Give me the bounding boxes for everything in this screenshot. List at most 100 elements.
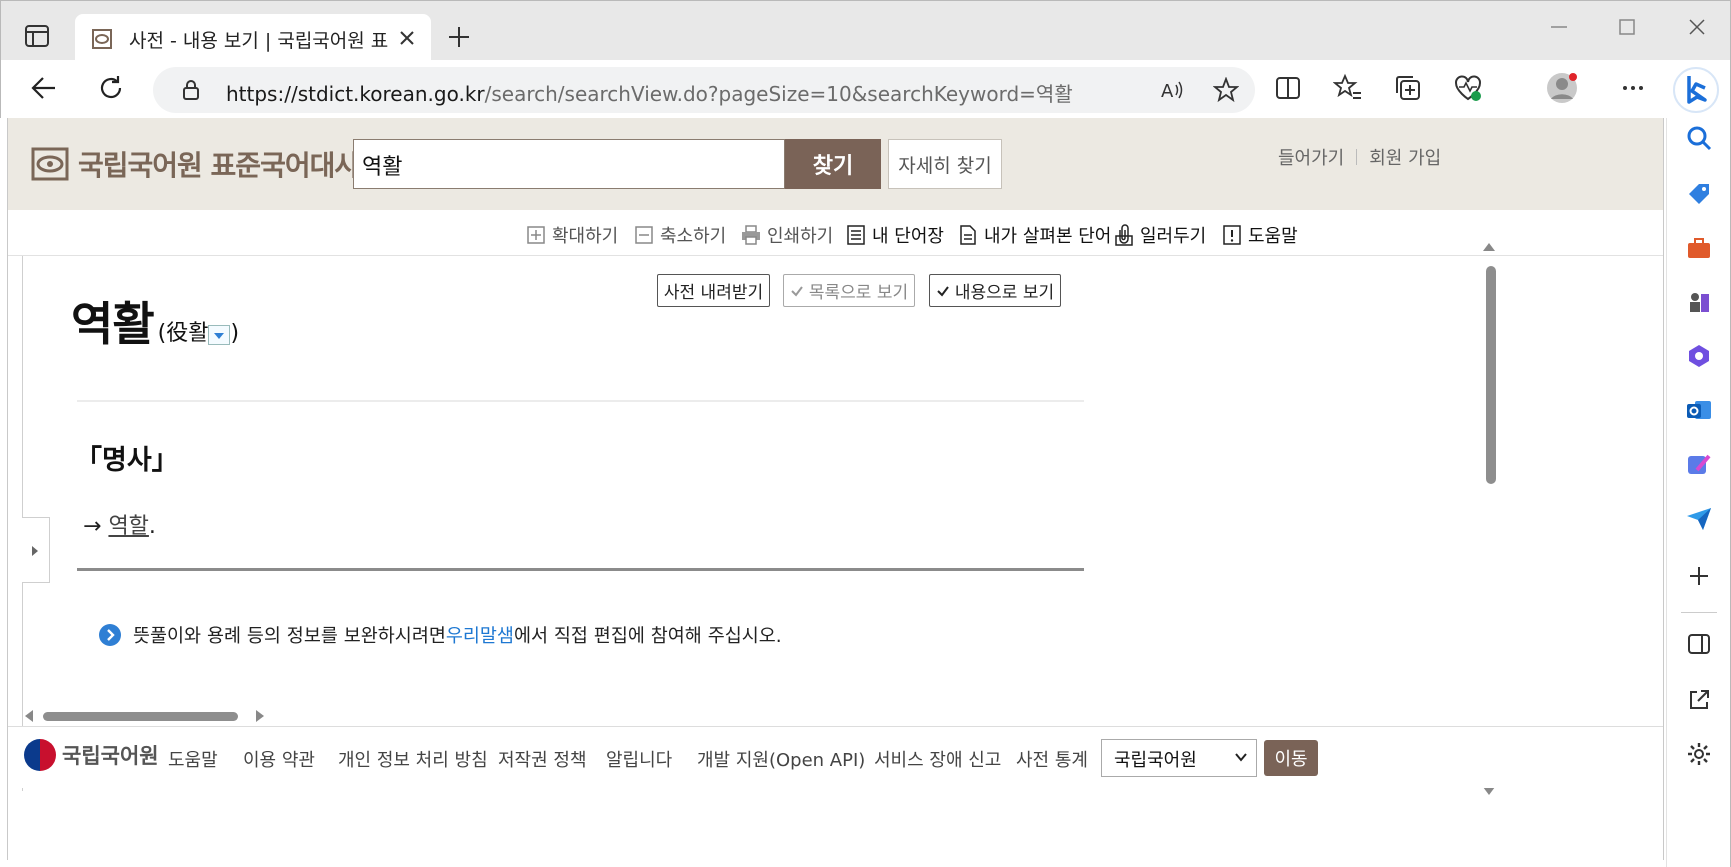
- browser-essentials-icon[interactable]: [1453, 73, 1483, 103]
- entry-content: 사전 내려받기 목록으로 보기 내용으로 보기 역활 (役활) 「명사」 → 역…: [22, 256, 1663, 791]
- microsoft-365-icon[interactable]: [1685, 342, 1713, 370]
- footer-link-help[interactable]: 도움말: [168, 746, 218, 772]
- footer-link-terms[interactable]: 이용 약관: [243, 746, 315, 772]
- split-screen-icon[interactable]: [1273, 73, 1303, 103]
- zoom-out-icon: [635, 226, 653, 244]
- url-text[interactable]: https://stdict.korean.go.kr/search/searc…: [226, 78, 1073, 107]
- wordbook-icon: [847, 225, 865, 245]
- new-tab-icon[interactable]: [447, 25, 471, 49]
- designer-icon[interactable]: [1685, 450, 1713, 478]
- taegeuk-logo-icon: [24, 739, 56, 771]
- help-button[interactable]: 도움말: [1222, 222, 1298, 248]
- list-view-button[interactable]: 목록으로 보기: [783, 274, 915, 307]
- hanja: (役활): [157, 321, 240, 346]
- my-wordbook-button[interactable]: 내 단어장: [846, 222, 944, 248]
- footer-logo[interactable]: 국립국어원: [24, 739, 159, 771]
- account-links: 들어가기 회원 가입: [1278, 144, 1441, 170]
- zoom-out-button[interactable]: 축소하기: [634, 222, 726, 248]
- maximize-icon[interactable]: [1615, 15, 1639, 39]
- chevron-down-icon: [1235, 753, 1247, 762]
- refresh-icon[interactable]: [96, 73, 126, 103]
- cross-reference: → 역할.: [83, 514, 156, 539]
- scroll-right-icon[interactable]: [253, 708, 267, 724]
- more-menu-icon[interactable]: [1618, 73, 1648, 103]
- guide-button[interactable]: 일러두기: [1114, 222, 1206, 248]
- entry-end-divider: [77, 568, 1084, 571]
- edge-sidebar: [1666, 118, 1731, 867]
- shopping-tag-icon[interactable]: [1685, 180, 1713, 208]
- collections-icon[interactable]: [1393, 73, 1423, 103]
- games-chess-icon[interactable]: [1685, 288, 1713, 316]
- sidebar-divider: [1681, 612, 1717, 613]
- site-select[interactable]: 국립국어원: [1101, 739, 1257, 777]
- outlook-icon[interactable]: [1685, 396, 1713, 424]
- print-icon: [742, 225, 760, 245]
- back-icon[interactable]: [29, 73, 59, 103]
- close-tab-icon[interactable]: [397, 28, 417, 48]
- footer-link-statistics[interactable]: 사전 통계: [1016, 746, 1088, 772]
- hanja-dropdown-icon[interactable]: [208, 325, 231, 345]
- page-toolbar: 확대하기 축소하기 인쇄하기 내 단어장 내가 살펴본 단어 일러두기 도움말: [8, 210, 1663, 256]
- side-panel-toggle[interactable]: [22, 517, 50, 583]
- go-button[interactable]: 이동: [1264, 740, 1318, 776]
- footer-link-privacy[interactable]: 개인 정보 처리 방침: [338, 746, 488, 772]
- footer-link-copyright[interactable]: 저작권 정책: [498, 746, 587, 772]
- tab-actions-icon[interactable]: [23, 23, 51, 49]
- favorite-star-icon[interactable]: [1213, 77, 1239, 103]
- horizontal-scroll-thumb[interactable]: [43, 712, 238, 721]
- check-icon: [937, 285, 949, 297]
- chevron-right-icon: [32, 546, 38, 556]
- lock-icon[interactable]: [181, 79, 201, 101]
- browser-tab[interactable]: 사전 - 내용 보기 | 국립국어원 표준국어대사전: [75, 14, 431, 62]
- print-button[interactable]: 인쇄하기: [741, 222, 833, 248]
- chevron-right-icon: [99, 624, 121, 646]
- tools-briefcase-icon[interactable]: [1685, 234, 1713, 262]
- site-footer: 국립국어원 도움말 이용 약관 개인 정보 처리 방침 저작권 정책 알립니다 …: [8, 726, 1663, 788]
- footer-link-report-outage[interactable]: 서비스 장애 신고: [874, 746, 1001, 772]
- login-link[interactable]: 들어가기: [1278, 144, 1344, 170]
- zoom-in-icon: [527, 226, 545, 244]
- headword-text: 역활: [71, 297, 155, 351]
- site-header: 국립국어원 표준국어대사전 역활 찾기 자세히 찾기 들어가기 회원 가입: [8, 118, 1663, 210]
- content-view-button[interactable]: 내용으로 보기: [929, 274, 1061, 307]
- close-window-icon[interactable]: [1685, 15, 1709, 39]
- search-icon[interactable]: [1685, 124, 1713, 152]
- address-bar[interactable]: https://stdict.korean.go.kr/search/searc…: [153, 67, 1255, 113]
- minimize-icon[interactable]: [1547, 15, 1571, 39]
- tab-title: 사전 - 내용 보기 | 국립국어원 표준국어대사전: [129, 30, 389, 52]
- svg-text:A: A: [1161, 81, 1174, 102]
- zoom-in-button[interactable]: 확대하기: [526, 222, 618, 248]
- web-page: 국립국어원 표준국어대사전 역활 찾기 자세히 찾기 들어가기 회원 가입 확대…: [7, 118, 1664, 860]
- open-external-icon[interactable]: [1685, 686, 1713, 714]
- search-button[interactable]: 찾기: [785, 139, 881, 189]
- section-divider: [77, 400, 1084, 402]
- browser-nav-bar: https://stdict.korean.go.kr/search/searc…: [0, 60, 1731, 118]
- xref-link[interactable]: 역할: [108, 514, 148, 539]
- part-of-speech: 「명사」: [75, 445, 179, 476]
- help-exclamation-icon: [1223, 225, 1241, 245]
- browser-tab-bar: 사전 - 내용 보기 | 국립국어원 표준국어대사전: [0, 0, 1731, 62]
- viewed-words-button[interactable]: 내가 살펴본 단어: [958, 222, 1111, 248]
- favorites-icon[interactable]: [1333, 73, 1363, 103]
- download-dictionary-button[interactable]: 사전 내려받기: [657, 274, 770, 307]
- logo-mark-icon: [31, 147, 69, 181]
- hide-sidebar-icon[interactable]: [1685, 630, 1713, 658]
- add-sidebar-app-icon[interactable]: [1685, 562, 1713, 590]
- search-input[interactable]: 역활: [353, 139, 785, 189]
- bing-copilot-icon[interactable]: [1672, 66, 1720, 114]
- site-logo[interactable]: 국립국어원 표준국어대사전: [30, 142, 385, 186]
- profile-avatar-icon[interactable]: [1545, 71, 1579, 105]
- scroll-left-icon[interactable]: [22, 708, 36, 724]
- edit-notice: 뜻풀이와 용례 등의 정보를 보완하시려면 우리말샘 에서 직접 편집에 참여해 …: [99, 622, 782, 648]
- detail-search-button[interactable]: 자세히 찾기: [888, 139, 1002, 189]
- footer-link-notices[interactable]: 알립니다: [606, 746, 672, 772]
- send-paper-plane-icon[interactable]: [1685, 504, 1713, 532]
- read-aloud-icon[interactable]: A: [1159, 77, 1185, 103]
- headword: 역활 (役활): [71, 288, 239, 354]
- logo-text: 국립국어원 표준국어대사전: [78, 149, 385, 182]
- settings-gear-icon[interactable]: [1685, 740, 1713, 768]
- footer-link-open-api[interactable]: 개발 지원(Open API): [697, 746, 865, 772]
- urimalsaem-link[interactable]: 우리말샘: [446, 622, 514, 648]
- signup-link[interactable]: 회원 가입: [1369, 144, 1441, 170]
- vertical-scroll-thumb[interactable]: [1486, 266, 1496, 484]
